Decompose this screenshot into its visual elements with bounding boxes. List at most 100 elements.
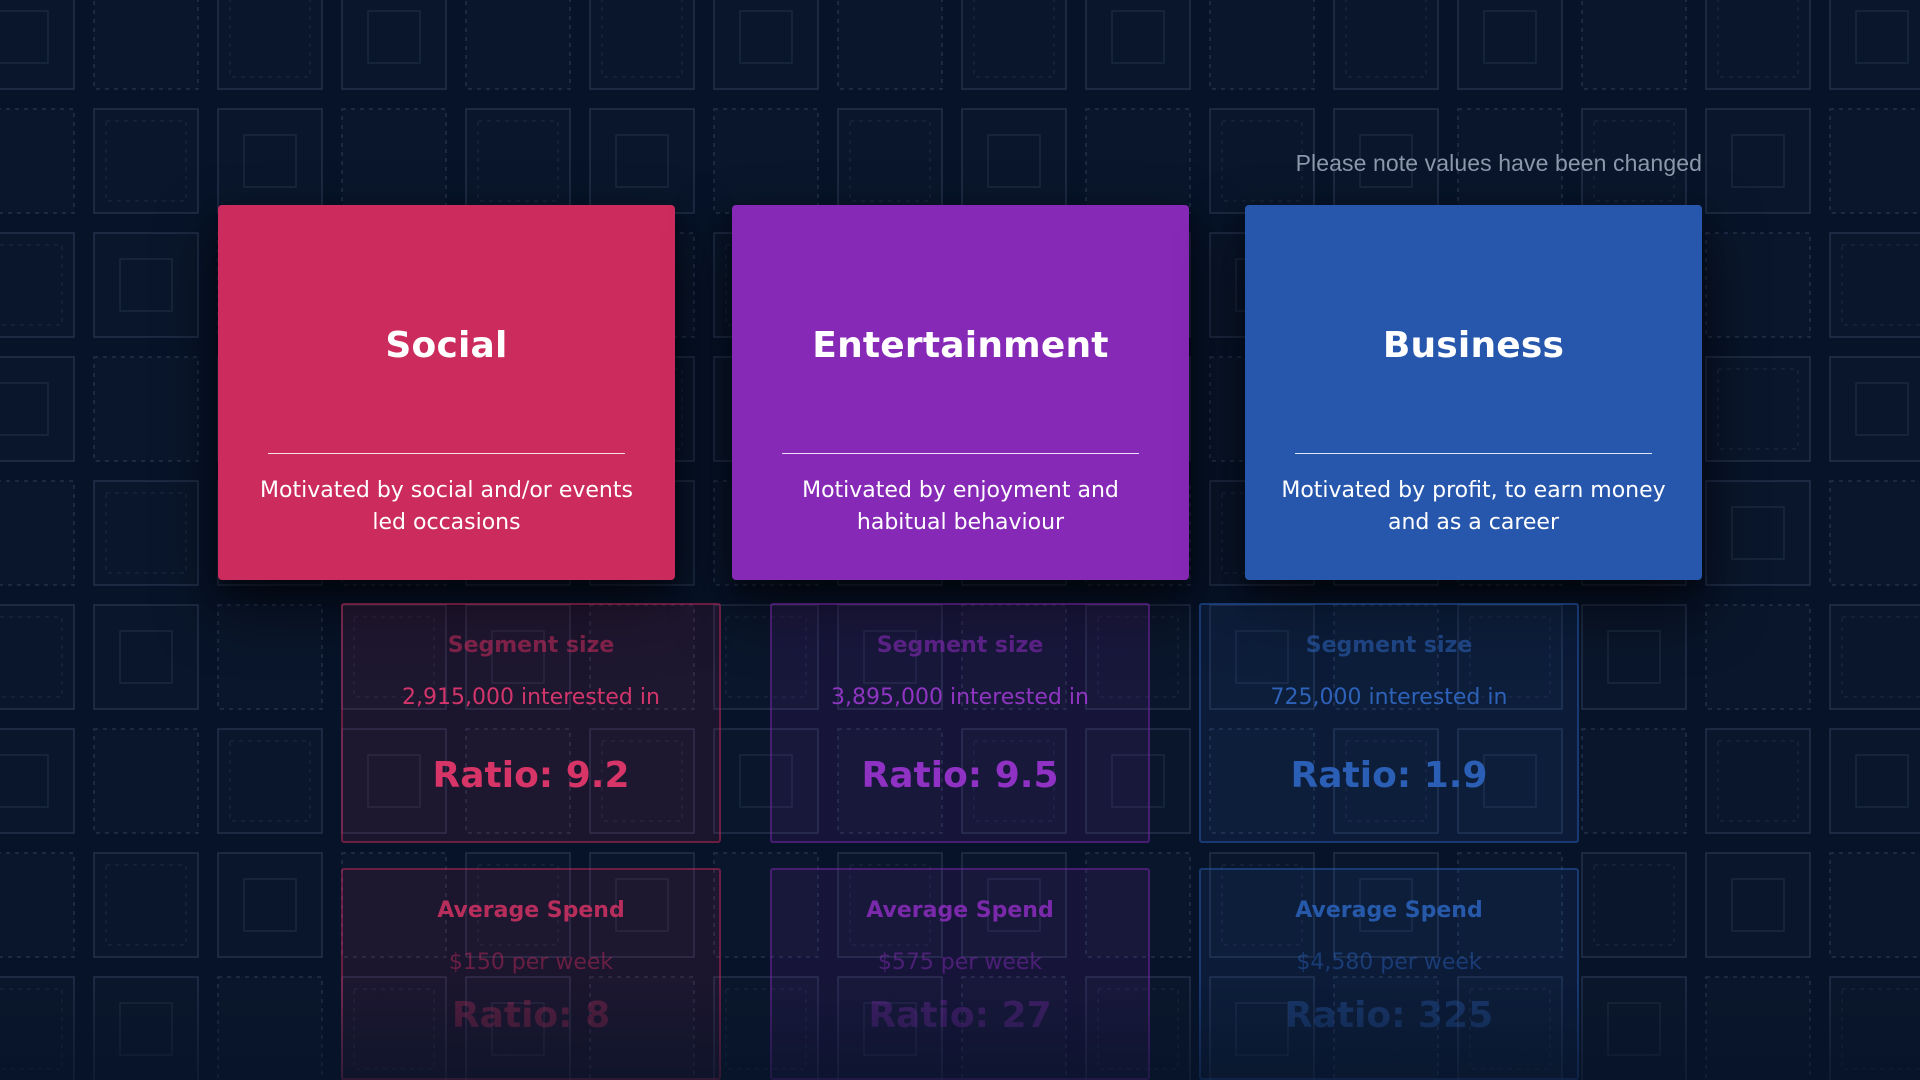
panel-heading: Segment size [1305, 633, 1473, 658]
grid-square [217, 0, 323, 90]
grid-square [961, 108, 1067, 214]
grid-square [0, 604, 75, 710]
segment-card-entertainment: Entertainment Motivated by enjoyment and… [732, 205, 1189, 580]
grid-square [1333, 0, 1439, 90]
panel-ratio: Ratio: 325 [1284, 995, 1494, 1036]
segment-title: Social [385, 325, 508, 366]
grid-square [1085, 108, 1191, 214]
average-spend-panel-social: Average Spend $150 per week Ratio: 8 [341, 868, 721, 1080]
grid-square [1705, 480, 1811, 586]
panel-heading: Average Spend [1295, 898, 1483, 923]
grid-square [1581, 728, 1687, 834]
grid-square [1829, 852, 1920, 958]
grid-square [0, 852, 75, 958]
grid-square [0, 232, 75, 338]
segment-size-panel-entertainment: Segment size 3,895,000 interested in Rat… [770, 603, 1150, 843]
grid-square [93, 480, 199, 586]
grid-square [217, 108, 323, 214]
grid-square [1829, 356, 1920, 462]
segment-description: Motivated by enjoyment and habitual beha… [802, 478, 1119, 535]
grid-square [1085, 0, 1191, 90]
panel-value: 2,915,000 interested in [402, 685, 660, 710]
panel-ratio: Ratio: 9.2 [432, 755, 630, 796]
grid-square [1705, 232, 1811, 338]
grid-square [1705, 108, 1811, 214]
grid-square [93, 976, 199, 1080]
grid-square [93, 604, 199, 710]
segment-title: Business [1382, 325, 1565, 366]
grid-square [713, 0, 819, 90]
grid-square [1829, 0, 1920, 90]
grid-square [0, 108, 75, 214]
grid-square [93, 108, 199, 214]
panel-heading: Average Spend [866, 898, 1054, 923]
panel-ratio: Ratio: 8 [451, 995, 611, 1036]
grid-square [1829, 604, 1920, 710]
grid-square [1829, 728, 1920, 834]
grid-square [1829, 480, 1920, 586]
grid-square [341, 108, 447, 214]
grid-square [837, 108, 943, 214]
segment-card-business: Business Motivated by profit, to earn mo… [1245, 205, 1702, 580]
grid-square [0, 480, 75, 586]
grid-square [1829, 108, 1920, 214]
grid-square [589, 108, 695, 214]
panel-value: $575 per week [877, 950, 1043, 975]
panel-value: 3,895,000 interested in [831, 685, 1089, 710]
panel-heading: Average Spend [437, 898, 625, 923]
grid-square [93, 232, 199, 338]
grid-square [1705, 852, 1811, 958]
grid-square [217, 976, 323, 1080]
grid-square [1581, 976, 1687, 1080]
grid-square [1705, 604, 1811, 710]
panel-ratio: Ratio: 1.9 [1290, 755, 1488, 796]
panel-heading: Segment size [876, 633, 1044, 658]
grid-square [217, 728, 323, 834]
average-spend-panel-business: Average Spend $4,580 per week Ratio: 325 [1199, 868, 1579, 1080]
grid-square [1705, 356, 1811, 462]
grid-square [1209, 0, 1315, 90]
grid-square [217, 852, 323, 958]
grid-square [1829, 232, 1920, 338]
grid-square [837, 0, 943, 90]
grid-square [1581, 852, 1687, 958]
grid-square [1581, 604, 1687, 710]
panel-value: $4,580 per week [1296, 950, 1482, 975]
grid-square [465, 108, 571, 214]
segment-title: Entertainment [812, 325, 1109, 366]
average-spend-panel-entertainment: Average Spend $575 per week Ratio: 27 [770, 868, 1150, 1080]
panel-heading: Segment size [447, 633, 615, 658]
panel-ratio: Ratio: 27 [868, 995, 1052, 1036]
panel-value: $150 per week [448, 950, 614, 975]
grid-square [93, 852, 199, 958]
grid-square [0, 728, 75, 834]
grid-square [0, 356, 75, 462]
grid-square [1829, 976, 1920, 1080]
grid-square [713, 108, 819, 214]
segment-description: Motivated by profit, to earn money and a… [1281, 478, 1666, 535]
grid-square [1457, 0, 1563, 90]
grid-square [1705, 976, 1811, 1080]
segment-card-social: Social Motivated by social and/or events… [218, 205, 675, 580]
divider [782, 453, 1139, 454]
grid-square [93, 0, 199, 90]
segment-size-panel-social: Segment size 2,915,000 interested in Rat… [341, 603, 721, 843]
grid-square [93, 728, 199, 834]
grid-square [217, 604, 323, 710]
grid-square [961, 0, 1067, 90]
segment-description: Motivated by social and/or events led oc… [260, 478, 633, 535]
grid-square [465, 0, 571, 90]
grid-square [0, 976, 75, 1080]
grid-square [1705, 0, 1811, 90]
grid-square [341, 0, 447, 90]
grid-square [1705, 728, 1811, 834]
panel-ratio: Ratio: 9.5 [861, 755, 1059, 796]
grid-square [589, 0, 695, 90]
disclaimer-note: Please note values have been changed [1295, 150, 1702, 176]
grid-square [93, 356, 199, 462]
slide: Please note values have been changed Soc… [0, 0, 1920, 1080]
divider [268, 453, 625, 454]
grid-square [1581, 0, 1687, 90]
segment-size-panel-business: Segment size 725,000 interested in Ratio… [1199, 603, 1579, 843]
divider [1295, 453, 1652, 454]
